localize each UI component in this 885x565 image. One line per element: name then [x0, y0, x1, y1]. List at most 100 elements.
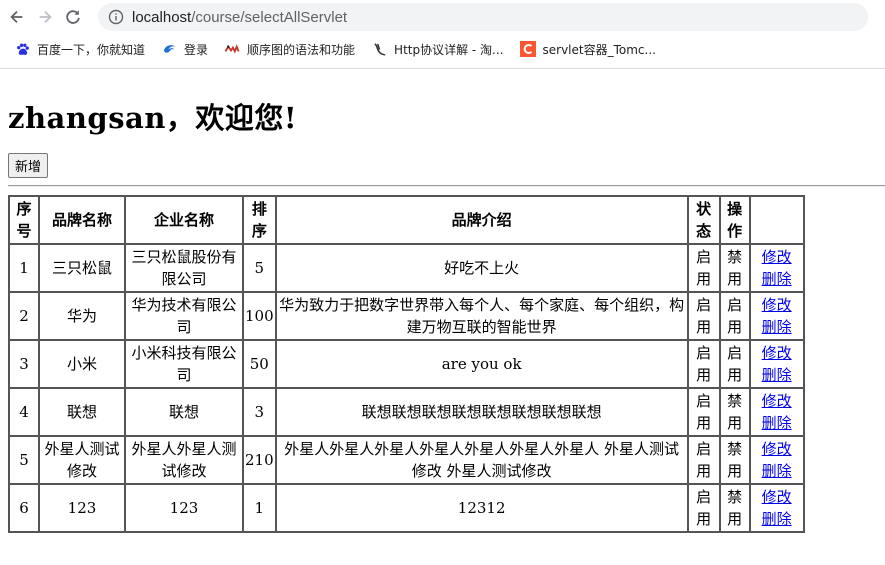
- table-row: 2 华为 华为技术有限公司 100 华为致力于把数字世界带入每个人、每个家庭、每…: [9, 292, 804, 340]
- cell-description: 好吃不上火: [275, 244, 688, 292]
- bookmarks-bar: 百度一下，你就知道 登录 顺序图的语法和功能 Http协议详解 - 淘... s…: [0, 34, 885, 64]
- bookmark-plantuml[interactable]: 顺序图的语法和功能: [224, 41, 355, 58]
- delete-link[interactable]: 删除: [762, 414, 792, 432]
- cell-actions: 修改 删除: [749, 244, 804, 292]
- bookmark-http[interactable]: Http协议详解 - 淘...: [371, 41, 504, 58]
- url-host: localhost: [132, 8, 192, 26]
- forward-arrow-icon[interactable]: [34, 6, 56, 28]
- reload-icon[interactable]: [62, 6, 84, 28]
- cell-status: 启用: [687, 244, 720, 292]
- header-status: 状态: [687, 196, 720, 244]
- cell-actions: 修改 删除: [749, 292, 804, 340]
- bookmark-label: 登录: [184, 42, 209, 57]
- cell-order: 1: [243, 484, 276, 532]
- cell-id: 4: [9, 388, 39, 436]
- cell-actions: 修改 删除: [749, 436, 804, 484]
- cell-status: 启用: [687, 484, 720, 532]
- delete-link[interactable]: 删除: [762, 366, 792, 384]
- delete-link[interactable]: 删除: [762, 270, 792, 288]
- bookmark-label: servlet容器_Tomc...: [542, 42, 656, 57]
- cell-status: 启用: [687, 388, 720, 436]
- cell-brand: 小米: [39, 340, 125, 388]
- cell-order: 5: [243, 244, 276, 292]
- cell-status: 启用: [687, 436, 720, 484]
- cell-operation: 禁用: [719, 484, 750, 532]
- delete-link[interactable]: 删除: [762, 462, 792, 480]
- cell-description: are you ok: [275, 340, 688, 388]
- cell-company: 三只松鼠股份有限公司: [125, 244, 243, 292]
- table-row: 3 小米 小米科技有限公司 50 are you ok 启用 启用 修改 删除: [9, 340, 804, 388]
- address-bar[interactable]: localhost/course/selectAllServlet: [98, 3, 868, 31]
- cell-id: 1: [9, 244, 39, 292]
- cell-id: 3: [9, 340, 39, 388]
- edit-link[interactable]: 修改: [762, 392, 792, 410]
- table-row: 6 123 123 1 12312 启用 禁用 修改 删除: [9, 484, 804, 532]
- cell-description: 华为致力于把数字世界带入每个人、每个家庭、每个组织，构建万物互联的智能世界: [275, 292, 688, 340]
- bookmark-label: 顺序图的语法和功能: [247, 42, 356, 57]
- cell-id: 5: [9, 436, 39, 484]
- cell-company: 小米科技有限公司: [125, 340, 243, 388]
- bookmark-baidu[interactable]: 百度一下，你就知道: [14, 41, 145, 58]
- cell-actions: 修改 删除: [749, 484, 804, 532]
- delete-link[interactable]: 删除: [762, 318, 792, 336]
- page-content: zhangsan，欢迎您! 新增 序号 品牌名称 企业名称 排序 品牌介绍 状态…: [0, 95, 885, 533]
- cell-brand: 外星人测试修改: [39, 436, 125, 484]
- edit-link[interactable]: 修改: [762, 296, 792, 314]
- brand-table: 序号 品牌名称 企业名称 排序 品牌介绍 状态 操作 1 三只松鼠 三只松鼠股份…: [8, 195, 805, 533]
- bookmark-label: Http协议详解 - 淘...: [394, 42, 504, 57]
- add-button[interactable]: 新增: [8, 153, 49, 178]
- table-row: 4 联想 联想 3 联想联想联想联想联想联想联想联想 启用 禁用 修改 删除: [9, 388, 804, 436]
- cell-actions: 修改 删除: [749, 388, 804, 436]
- cell-company: 123: [125, 484, 243, 532]
- cell-id: 6: [9, 484, 39, 532]
- header-id: 序号: [9, 196, 39, 244]
- cell-brand: 联想: [39, 388, 125, 436]
- header-description: 品牌介绍: [275, 196, 688, 244]
- cell-operation: 启用: [719, 292, 750, 340]
- header-brand: 品牌名称: [39, 196, 125, 244]
- edit-link[interactable]: 修改: [762, 488, 792, 506]
- cell-company: 华为技术有限公司: [125, 292, 243, 340]
- csdn-c-icon: [519, 41, 536, 57]
- plantuml-icon: [224, 41, 240, 57]
- header-actions: [749, 196, 804, 244]
- cell-description: 外星人外星人外星人外星人外星人外星人外星人 外星人测试修改 外星人测试修改: [275, 436, 688, 484]
- bookmark-servlet[interactable]: servlet容器_Tomc...: [519, 41, 656, 58]
- cell-operation: 禁用: [719, 388, 750, 436]
- browser-chrome: localhost/course/selectAllServlet 百度一下，你…: [0, 0, 885, 69]
- table-header-row: 序号 品牌名称 企业名称 排序 品牌介绍 状态 操作: [9, 196, 804, 244]
- cell-operation: 禁用: [719, 244, 750, 292]
- cell-id: 2: [9, 292, 39, 340]
- welcome-heading: zhangsan，欢迎您!: [8, 101, 298, 135]
- edit-link[interactable]: 修改: [762, 440, 792, 458]
- bookmark-label: 百度一下，你就知道: [37, 42, 146, 57]
- cell-status: 启用: [687, 340, 720, 388]
- cell-operation: 启用: [719, 340, 750, 388]
- back-arrow-icon[interactable]: [6, 6, 28, 28]
- table-row: 1 三只松鼠 三只松鼠股份有限公司 5 好吃不上火 启用 禁用 修改 删除: [9, 244, 804, 292]
- header-order: 排序: [243, 196, 276, 244]
- bookmark-login[interactable]: 登录: [161, 41, 208, 58]
- header-company: 企业名称: [125, 196, 243, 244]
- cell-brand: 华为: [39, 292, 125, 340]
- edit-link[interactable]: 修改: [762, 248, 792, 266]
- cell-status: 启用: [687, 292, 720, 340]
- cell-company: 外星人外星人测试修改: [125, 436, 243, 484]
- cell-operation: 禁用: [719, 436, 750, 484]
- header-operation: 操作: [719, 196, 750, 244]
- http-icon: [371, 41, 387, 57]
- login-bird-icon: [161, 41, 177, 57]
- divider: [8, 185, 885, 187]
- delete-link[interactable]: 删除: [762, 510, 792, 528]
- cell-order: 210: [243, 436, 276, 484]
- cell-description: 联想联想联想联想联想联想联想联想: [275, 388, 688, 436]
- cell-order: 50: [243, 340, 276, 388]
- table-row: 5 外星人测试修改 外星人外星人测试修改 210 外星人外星人外星人外星人外星人…: [9, 436, 804, 484]
- edit-link[interactable]: 修改: [762, 344, 792, 362]
- url-path: /course/selectAllServlet: [191, 8, 348, 26]
- site-info-icon[interactable]: [108, 9, 124, 25]
- cell-description: 12312: [275, 484, 688, 532]
- cell-order: 100: [243, 292, 276, 340]
- cell-order: 3: [243, 388, 276, 436]
- cell-brand: 三只松鼠: [39, 244, 125, 292]
